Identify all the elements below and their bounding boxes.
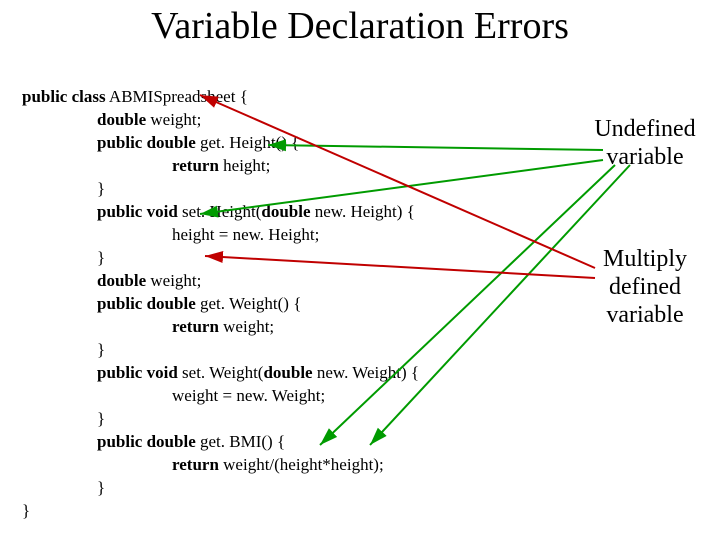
code-line-9: double weight; [22, 269, 201, 292]
code-line-5: } [22, 177, 105, 200]
annotation-undefined-variable: Undefined variable [585, 115, 705, 171]
code-line-15: } [22, 407, 105, 430]
code-line-12: } [22, 338, 105, 361]
code-line-7: height = new. Height; [22, 223, 319, 246]
code-line-1: public class ABMISpreadsheet { [22, 87, 248, 106]
code-line-10: public double get. Weight() { [22, 292, 301, 315]
code-line-18: } [22, 476, 105, 499]
code-line-6: public void set. Height(double new. Heig… [22, 200, 415, 223]
code-line-14: weight = new. Weight; [22, 384, 325, 407]
code-line-2: double weight; [22, 108, 201, 131]
code-line-13: public void set. Weight(double new. Weig… [22, 361, 419, 384]
code-line-4: return height; [22, 154, 270, 177]
code-block: public class ABMISpreadsheet { double we… [22, 62, 419, 522]
slide: Variable Declaration Errors public class… [0, 0, 720, 540]
code-line-17: return weight/(height*height); [22, 453, 384, 476]
code-line-8: } [22, 246, 105, 269]
annotation-multiply-defined-variable: Multiply defined variable [585, 245, 705, 329]
code-line-19: } [22, 501, 30, 520]
code-line-11: return weight; [22, 315, 274, 338]
slide-title: Variable Declaration Errors [0, 4, 720, 48]
code-line-3: public double get. Height() { [22, 131, 299, 154]
code-line-16: public double get. BMI() { [22, 430, 285, 453]
